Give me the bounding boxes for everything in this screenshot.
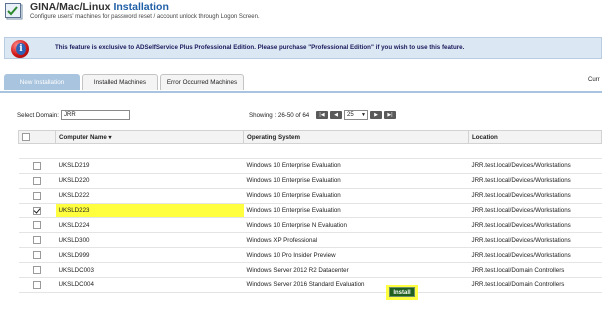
cell-computer-name: UKSLD999 xyxy=(55,247,244,264)
cell-location: JRR.test.local/Domain Controllers xyxy=(468,262,602,279)
row-checkbox-cell xyxy=(18,143,56,159)
cell-computer-name: UKSLD222 xyxy=(55,188,244,204)
cell-location: JRR.test.local/Devices/Workstations xyxy=(468,203,602,219)
cell-operating-system: Windows 10 Enterprise Evaluation xyxy=(243,158,469,174)
cell-operating-system: Windows 10 Enterprise N Evaluation xyxy=(243,217,469,234)
cell-location: JRR.test.local/Devices/Workstations xyxy=(468,173,602,189)
page-title-accent: Installation xyxy=(113,1,169,13)
cell-computer-name: UKSLD224 xyxy=(55,217,244,234)
row-checkbox[interactable] xyxy=(33,236,41,245)
column-location[interactable]: Location xyxy=(468,130,602,144)
cell-operating-system: Windows 10 Enterprise Evaluation xyxy=(243,203,469,219)
row-checkbox-cell xyxy=(18,232,56,249)
table-row[interactable]: UKSLD224 Windows 10 Enterprise N Evaluati… xyxy=(18,217,602,234)
professional-edition-banner: i This feature is exclusive to ADSelfSer… xyxy=(4,37,602,59)
cell-location: JRR.test.local/Devices/Workstations xyxy=(468,232,602,249)
row-checkbox-cell xyxy=(18,158,56,174)
row-checkbox-cell xyxy=(18,217,56,234)
table-header-row: Computer Name ▾ Operating System Locatio… xyxy=(18,130,602,144)
table-row[interactable]: UKSLD999 Windows 10 Pro Insider Preview JR… xyxy=(18,247,602,264)
cell-computer-name: UKSLDC004 xyxy=(55,277,244,293)
row-checkbox-cell xyxy=(18,277,56,293)
table-row[interactable] xyxy=(18,143,602,159)
install-button[interactable]: Install xyxy=(389,287,415,297)
banner-text: This feature is exclusive to ADSelfServi… xyxy=(55,44,465,51)
cell-computer-name: UKSLD223 xyxy=(55,203,244,219)
table-row[interactable]: UKSLD222 Windows 10 Enterprise Evaluation… xyxy=(18,188,602,204)
tab-new-installation[interactable]: New Installation xyxy=(4,74,80,90)
cell-computer-name: UKSLD219 xyxy=(55,158,244,174)
chevron-down-icon: ▼ xyxy=(361,112,366,118)
column-operating-system[interactable]: Operating System xyxy=(243,130,469,144)
cell-computer-name: UKSLD300 xyxy=(55,232,244,249)
page-subtitle: Configure users' machines for password r… xyxy=(30,14,260,20)
page-size-value: 25 xyxy=(347,112,354,118)
table-body: UKSLD219 Windows 10 Enterprise Evaluation… xyxy=(18,143,602,293)
cell-location: JRR.test.local/Domain Controllers xyxy=(468,277,602,293)
cell-computer-name xyxy=(55,143,244,159)
cell-computer-name: UKSLD220 xyxy=(55,173,244,189)
first-page-icon[interactable]: |◀ xyxy=(316,111,328,119)
check-list-icon xyxy=(5,3,23,20)
table-row[interactable]: UKSLD223 Windows 10 Enterprise Evaluation… xyxy=(18,203,602,219)
tab-installed-machines[interactable]: Installed Machines xyxy=(82,74,158,90)
cell-operating-system: Windows Server 2012 R2 Datacenter xyxy=(243,262,469,279)
row-checkbox[interactable] xyxy=(33,206,41,215)
install-button-highlight: Install xyxy=(386,285,418,300)
table-row[interactable]: UKSLDC004 Windows Server 2016 Standard Ev… xyxy=(18,277,602,293)
row-checkbox[interactable] xyxy=(33,280,41,289)
row-checkbox[interactable] xyxy=(33,176,41,185)
row-checkbox[interactable] xyxy=(33,221,41,230)
table-row[interactable]: UKSLD300 Windows XP Professional JRR.test.… xyxy=(18,232,602,249)
row-checkbox[interactable] xyxy=(33,251,41,260)
info-icon: i xyxy=(11,40,29,58)
page-title-main: GINA/Mac/Linux xyxy=(30,1,114,13)
cell-operating-system xyxy=(243,143,469,159)
tab-bar-right-text: Curr xyxy=(588,77,600,83)
cell-location: JRR.test.local/Devices/Workstations xyxy=(468,188,602,204)
last-page-icon[interactable]: ▶| xyxy=(384,111,396,119)
row-checkbox[interactable] xyxy=(33,191,41,200)
cell-operating-system: Windows XP Professional xyxy=(243,232,469,249)
page-header: GINA/Mac/Linux Installation Configure us… xyxy=(0,0,602,28)
row-checkbox-cell xyxy=(18,188,56,204)
page-title: GINA/Mac/Linux Installation xyxy=(30,1,169,13)
row-checkbox-cell xyxy=(18,247,56,264)
row-checkbox-cell xyxy=(18,262,56,279)
cell-operating-system: Windows 10 Enterprise Evaluation xyxy=(243,173,469,189)
computers-table: Computer Name ▾ Operating System Locatio… xyxy=(18,130,602,293)
row-checkbox-cell xyxy=(18,173,56,189)
select-all-header xyxy=(18,130,56,144)
domain-select[interactable]: JRR xyxy=(61,110,130,120)
pager-status: Showing : 26-50 of 64 xyxy=(249,112,310,119)
tab-error-occurred-machines[interactable]: Error Occurred Machines xyxy=(160,74,244,90)
select-domain-label: Select Domain: xyxy=(17,112,59,119)
cell-location: JRR.test.local/Devices/Workstations xyxy=(468,247,602,264)
cell-operating-system: Windows 10 Enterprise Evaluation xyxy=(243,188,469,204)
select-all-checkbox[interactable] xyxy=(22,133,30,141)
cell-location: JRR.test.local/Devices/Workstations xyxy=(468,158,602,174)
prev-page-icon[interactable]: ◀ xyxy=(330,111,342,119)
row-checkbox-cell xyxy=(18,203,56,219)
column-computer-name[interactable]: Computer Name ▾ xyxy=(55,130,244,144)
page-size-select[interactable]: 25 ▼ xyxy=(344,110,368,120)
cell-operating-system: Windows 10 Pro Insider Preview xyxy=(243,247,469,264)
table-row[interactable]: UKSLD219 Windows 10 Enterprise Evaluation… xyxy=(18,158,602,174)
table-row[interactable]: UKSLD220 Windows 10 Enterprise Evaluation… xyxy=(18,173,602,189)
tab-bar: New Installation Installed Machines Erro… xyxy=(0,74,602,93)
cell-location: JRR.test.local/Devices/Workstations xyxy=(468,217,602,234)
next-page-icon[interactable]: ▶ xyxy=(370,111,382,119)
row-checkbox[interactable] xyxy=(33,266,41,275)
cell-location xyxy=(468,143,602,159)
table-row[interactable]: UKSLDC003 Windows Server 2012 R2 Datacent… xyxy=(18,262,602,279)
cell-operating-system: Windows Server 2016 Standard Evaluation xyxy=(243,277,469,293)
row-checkbox[interactable] xyxy=(33,161,41,170)
cell-computer-name: UKSLDC003 xyxy=(55,262,244,279)
